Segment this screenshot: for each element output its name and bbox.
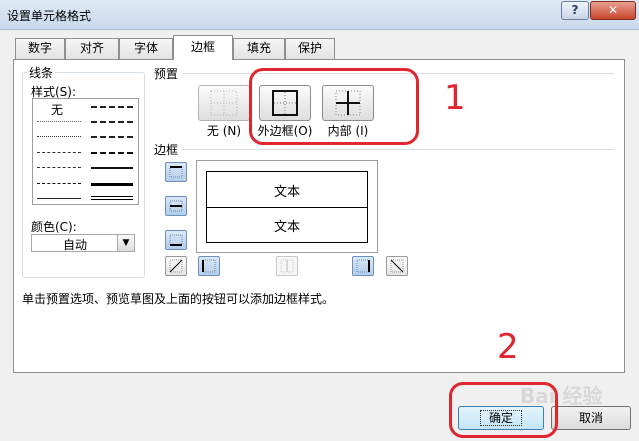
help-button[interactable]: ? <box>561 1 589 20</box>
close-button[interactable]: ✕ <box>590 1 636 20</box>
annotation-number-2: 2 <box>497 327 519 367</box>
border-bottom-button[interactable] <box>165 230 187 250</box>
preset-outline-button[interactable] <box>259 85 311 121</box>
preview-inner-line <box>207 207 367 208</box>
border-preview[interactable]: 文本 文本 <box>196 160 378 253</box>
preset-none-button[interactable] <box>198 85 250 121</box>
border-title: 边框 <box>154 143 179 157</box>
color-label: 颜色(C): <box>31 220 77 234</box>
window-title: 设置单元格格式 <box>7 9 92 23</box>
presets-separator <box>182 73 614 74</box>
color-value: 自动 <box>62 238 87 252</box>
border-top-button[interactable] <box>165 162 187 182</box>
line-style-none[interactable]: 无 <box>51 101 63 118</box>
diagonal-up-icon <box>169 259 183 273</box>
line-style-medium-dashed[interactable] <box>91 152 133 154</box>
border-diagonal-down-button[interactable] <box>386 256 408 276</box>
tab-border[interactable]: 边框 <box>173 35 233 60</box>
line-style-thin[interactable] <box>37 198 81 199</box>
line-style-dashed[interactable] <box>37 183 81 184</box>
border-inside-horizontal-icon <box>169 200 183 212</box>
line-style-slanted-dash-dot[interactable] <box>91 121 133 123</box>
tab-font[interactable]: 字体 <box>119 38 173 59</box>
hint-text: 单击预置选项、预览草图及上面的按钮可以添加边框样式。 <box>22 292 335 306</box>
border-diagonal-up-button[interactable] <box>165 256 187 276</box>
line-style-double[interactable] <box>91 196 133 200</box>
line-style-dotted[interactable] <box>37 136 81 137</box>
border-middle-vertical-button[interactable] <box>276 256 298 276</box>
border-left-button[interactable] <box>198 256 220 276</box>
border-right-icon <box>356 259 370 273</box>
preview-cell-box: 文本 文本 <box>206 171 368 243</box>
line-style-medium-dash-dot-dot[interactable] <box>91 106 133 108</box>
preview-text-bottom: 文本 <box>273 220 300 235</box>
line-style-hairline[interactable] <box>37 121 81 122</box>
color-dropdown[interactable]: 自动 ▼ <box>31 234 135 252</box>
title-bar: 设置单元格格式 ? ✕ <box>0 0 639 30</box>
border-top-icon <box>169 166 183 178</box>
line-style-list[interactable]: 无 <box>32 98 139 205</box>
preset-inside-icon <box>335 90 361 116</box>
tab-protection[interactable]: 保护 <box>285 38 335 59</box>
border-right-button[interactable] <box>352 256 374 276</box>
border-bottom-icon <box>169 234 183 246</box>
preset-none-label: 无 (N) <box>206 124 242 138</box>
border-separator <box>182 149 614 150</box>
line-group-title: 线条 <box>27 64 56 81</box>
tab-fill[interactable]: 填充 <box>233 38 285 59</box>
tab-alignment[interactable]: 对齐 <box>65 38 119 59</box>
cancel-button[interactable]: 取消 <box>551 406 631 430</box>
preset-outline-icon <box>272 90 298 116</box>
preset-inside-label: 内部 (I) <box>327 124 369 138</box>
line-style-dash-dot-dot[interactable] <box>37 152 81 153</box>
preview-text-top: 文本 <box>273 185 300 200</box>
watermark-text: Bai 经验 <box>520 384 603 408</box>
border-inside-vertical-icon <box>280 259 294 273</box>
border-middle-horizontal-button[interactable] <box>165 196 187 216</box>
line-style-medium-dash-dot[interactable] <box>91 136 133 138</box>
tab-number[interactable]: 数字 <box>15 38 65 59</box>
line-style-medium[interactable] <box>91 167 133 169</box>
line-style-dash-dot[interactable] <box>37 167 81 168</box>
annotation-number-1: 1 <box>444 78 466 118</box>
preset-none-icon <box>210 90 238 116</box>
diagonal-down-icon <box>390 259 404 273</box>
ok-button[interactable]: 确定 <box>458 406 544 430</box>
border-left-icon <box>202 259 216 273</box>
line-style-thick[interactable] <box>91 183 133 186</box>
ok-label: 确定 <box>479 410 522 426</box>
preset-outline-label: 外边框(O) <box>257 124 313 138</box>
dropdown-arrow-icon[interactable]: ▼ <box>117 235 134 251</box>
presets-title: 预置 <box>154 67 179 81</box>
preset-inside-button[interactable] <box>322 85 374 121</box>
